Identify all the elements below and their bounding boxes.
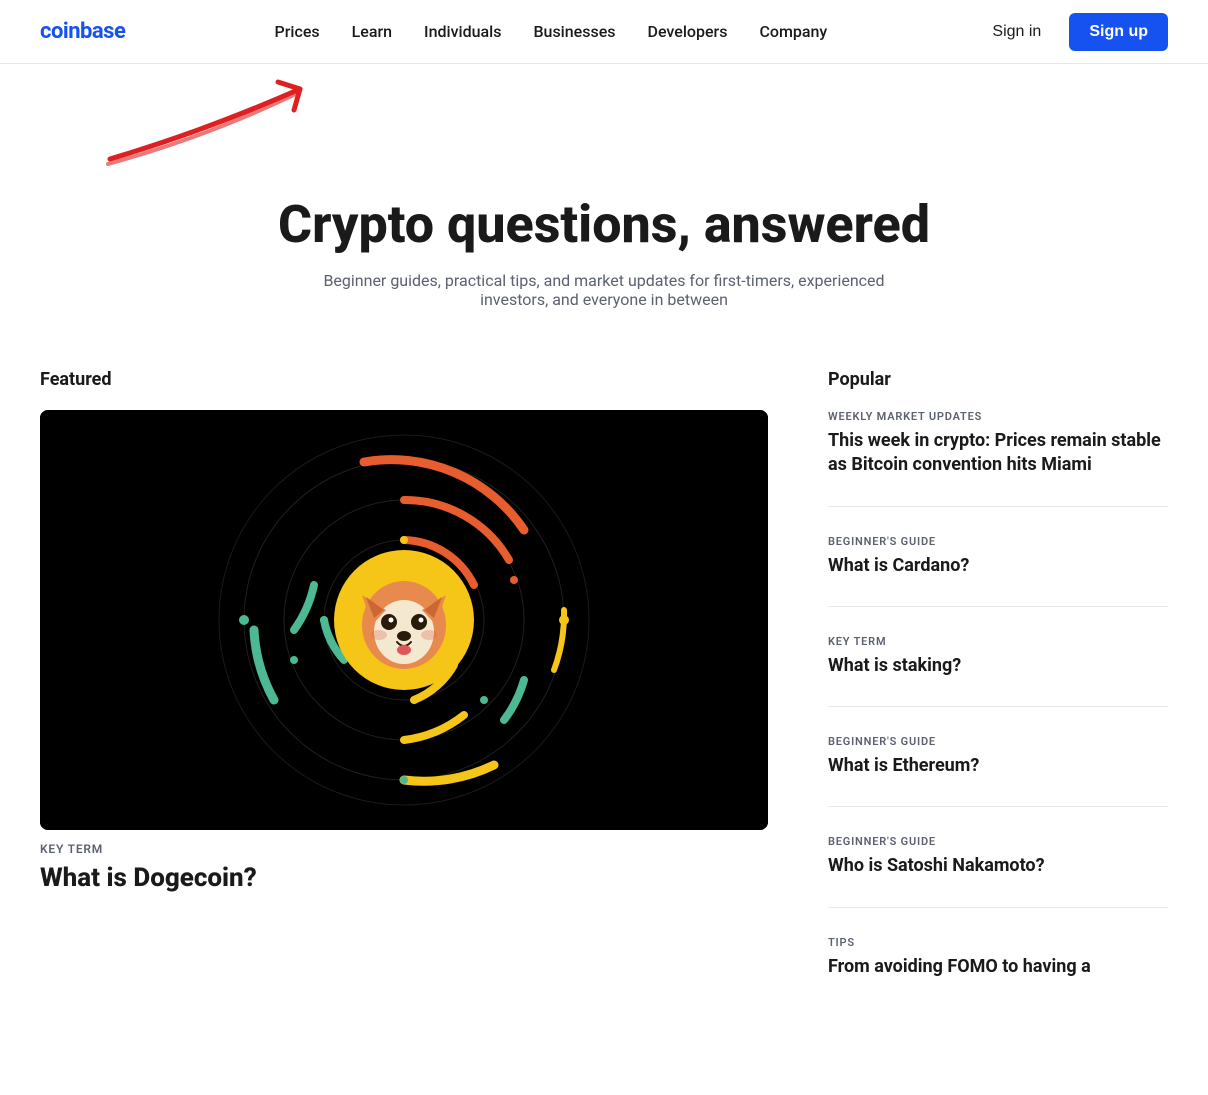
popular-article-title[interactable]: From avoiding FOMO to having a [828, 955, 1168, 979]
popular-list: WEEKLY MARKET UPDATES This week in crypto… [828, 410, 1168, 1007]
arrow-annotation [0, 64, 1208, 174]
featured-image[interactable] [40, 410, 768, 830]
popular-article-tag: BEGINNER'S GUIDE [828, 835, 1168, 848]
popular-section: Popular WEEKLY MARKET UPDATES This week i… [828, 369, 1168, 1035]
popular-article-title[interactable]: What is Cardano? [828, 554, 1168, 578]
popular-item: BEGINNER'S GUIDE What is Ethereum? [828, 735, 1168, 807]
featured-section: Featured [40, 369, 768, 1035]
main-content: Featured [0, 369, 1208, 1095]
popular-item: TIPS From avoiding FOMO to having a [828, 936, 1168, 1007]
popular-item: WEEKLY MARKET UPDATES This week in crypto… [828, 410, 1168, 507]
nav-actions: Sign in Sign up [976, 13, 1168, 51]
hero-title: Crypto questions, answered [40, 194, 1168, 255]
nav-links: Prices Learn Individuals Businesses Deve… [275, 22, 828, 41]
popular-article-title[interactable]: This week in crypto: Prices remain stabl… [828, 429, 1168, 478]
popular-article-tag: KEY TERM [828, 635, 1168, 648]
shiba-inu-svg [344, 560, 464, 680]
orbit-container [214, 430, 594, 810]
nav-prices[interactable]: Prices [275, 22, 320, 41]
red-arrow-svg [100, 64, 420, 174]
nav-company[interactable]: Company [759, 22, 827, 41]
popular-heading: Popular [828, 369, 1168, 390]
hero-subtitle: Beginner guides, practical tips, and mar… [304, 271, 904, 309]
nav-individuals[interactable]: Individuals [424, 22, 501, 41]
coinbase-logo[interactable]: coinbase [40, 19, 125, 44]
signup-button[interactable]: Sign up [1069, 13, 1168, 51]
nav-learn[interactable]: Learn [352, 22, 392, 41]
featured-article-title[interactable]: What is Dogecoin? [40, 862, 768, 896]
popular-item: KEY TERM What is staking? [828, 635, 1168, 707]
popular-article-tag: BEGINNER'S GUIDE [828, 535, 1168, 548]
popular-item: BEGINNER'S GUIDE What is Cardano? [828, 535, 1168, 607]
nav-businesses[interactable]: Businesses [533, 22, 615, 41]
hero-section: Crypto questions, answered Beginner guid… [0, 174, 1208, 369]
featured-heading: Featured [40, 369, 768, 390]
navbar: coinbase Prices Learn Individuals Busine… [0, 0, 1208, 64]
popular-article-title[interactable]: What is Ethereum? [828, 754, 1168, 778]
doge-center [334, 550, 474, 690]
popular-article-title[interactable]: What is staking? [828, 654, 1168, 678]
popular-item: BEGINNER'S GUIDE Who is Satoshi Nakamoto? [828, 835, 1168, 907]
popular-article-tag: TIPS [828, 936, 1168, 949]
nav-developers[interactable]: Developers [648, 22, 728, 41]
popular-article-tag: WEEKLY MARKET UPDATES [828, 410, 1168, 423]
signin-button[interactable]: Sign in [976, 15, 1057, 49]
popular-article-title[interactable]: Who is Satoshi Nakamoto? [828, 854, 1168, 878]
popular-article-tag: BEGINNER'S GUIDE [828, 735, 1168, 748]
featured-article-tag: KEY TERM [40, 842, 768, 856]
doge-illustration [40, 410, 768, 830]
